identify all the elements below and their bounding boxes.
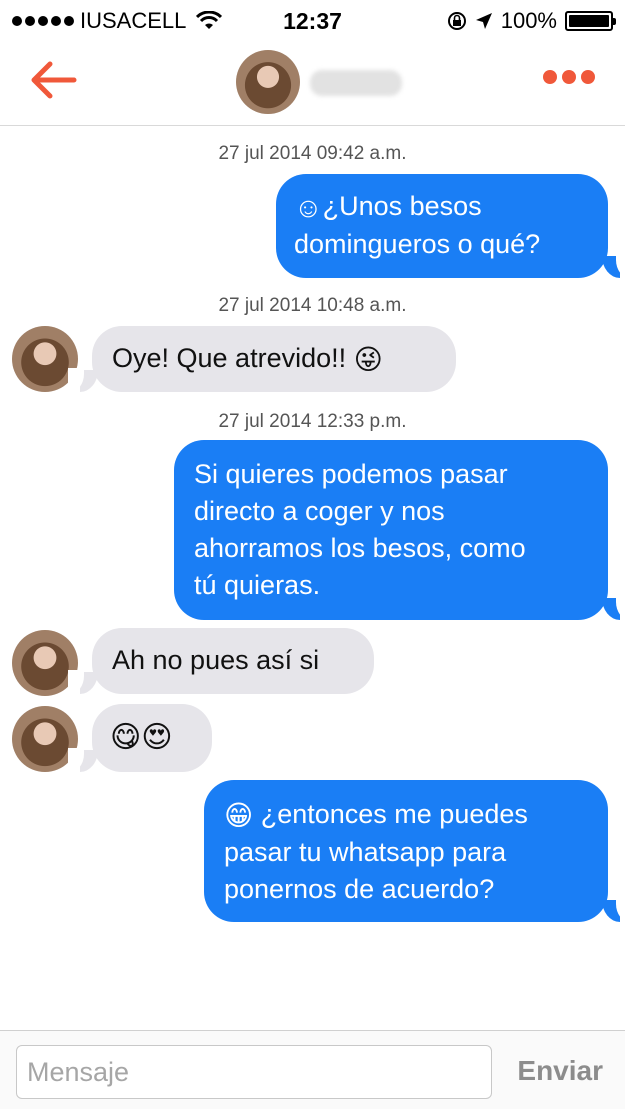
timestamp: 27 jul 2014 10:48 a.m.: [218, 295, 407, 316]
incoming-message[interactable]: 😋😍: [92, 704, 212, 772]
bubble-tail: [602, 596, 625, 620]
bubble-tail: [68, 368, 98, 392]
back-arrow-icon[interactable]: [28, 58, 78, 102]
more-dots-icon[interactable]: [543, 70, 595, 84]
bubble-tail: [602, 898, 625, 922]
timestamp: 27 jul 2014 12:33 p.m.: [218, 411, 407, 432]
winking-tongue-emoji-icon: 😜: [353, 344, 383, 376]
message-input[interactable]: [16, 1045, 492, 1099]
outgoing-message[interactable]: 😁 ¿entonces me puedes pasar tu whatsapp …: [204, 780, 608, 922]
lock-rotation-icon: [447, 12, 466, 30]
contact-avatar[interactable]: [236, 50, 300, 114]
timestamp: 27 jul 2014 09:42 a.m.: [218, 143, 407, 164]
bubble-tail: [602, 254, 625, 278]
message-text: Si quieres podemos pasar directo a coger…: [194, 459, 526, 600]
message-text: Oye! Que atrevido!!: [112, 343, 347, 373]
message-text: ¿Unos besos domingueros o qué?: [294, 191, 541, 260]
incoming-message[interactable]: Oye! Que atrevido!! 😜: [92, 326, 456, 392]
chat-header: [0, 40, 625, 126]
grimacing-emoji-icon: 😁: [224, 800, 254, 832]
outgoing-message[interactable]: ☺¿Unos besos domingueros o qué?: [276, 174, 608, 278]
smiling-face-emoji-icon: ☺: [294, 192, 323, 224]
bubble-tail: [68, 748, 98, 772]
outgoing-message[interactable]: Si quieres podemos pasar directo a coger…: [174, 440, 608, 620]
location-arrow-icon: [475, 13, 492, 29]
send-button[interactable]: Enviar: [517, 1055, 603, 1087]
contact-name-blurred[interactable]: [310, 70, 402, 96]
battery-icon: [565, 11, 616, 31]
incoming-message[interactable]: Ah no pues así si: [92, 628, 374, 694]
message-text: ¿entonces me puedes pasar tu whatsapp pa…: [224, 799, 528, 905]
battery-percent: 100%: [500, 8, 557, 33]
bubble-tail: [68, 670, 98, 694]
compose-bar: Enviar: [0, 1030, 625, 1109]
yum-heart-eyes-emoji-icon: 😋😍: [110, 721, 173, 755]
status-bar: IUSACELL 12:37 100%: [0, 0, 625, 40]
message-text: Ah no pues así si: [112, 645, 320, 675]
